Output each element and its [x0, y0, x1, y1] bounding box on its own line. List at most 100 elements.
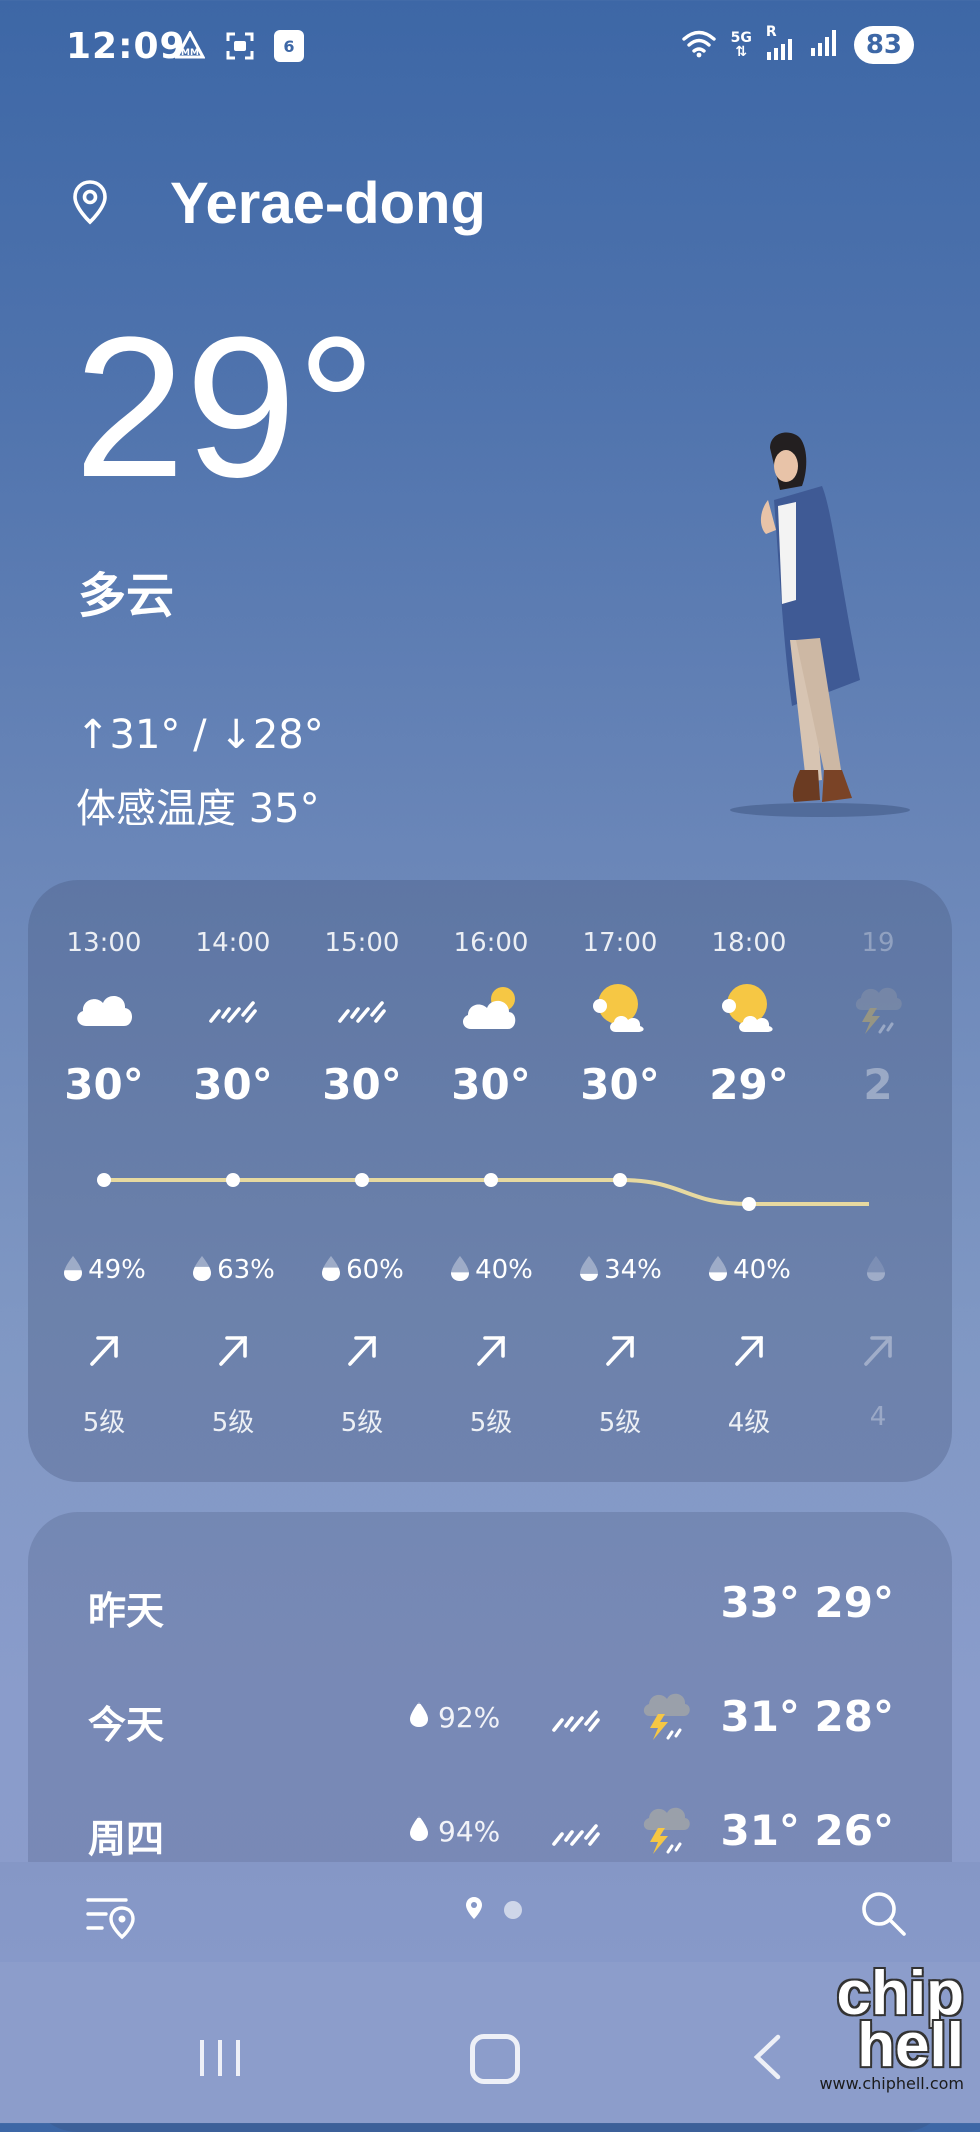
hourly-item: 17:00 30° [555, 928, 685, 1109]
day-temperature-range: 31° 26° [720, 1806, 894, 1855]
temperature-point [613, 1173, 627, 1187]
wind-direction-icon [684, 1330, 814, 1374]
wind-direction-icon [426, 1330, 556, 1374]
day-temperature-range: 33° 29° [720, 1578, 894, 1627]
hour-temperature: 30° [580, 1060, 660, 1109]
precip-value: 60% [346, 1255, 404, 1285]
temperature-point [97, 1173, 111, 1187]
day-name: 昨天 [88, 1589, 165, 1633]
rain-icon [297, 978, 427, 1038]
day-precipitation: 94% [408, 1814, 500, 1849]
wind-direction-icon [297, 1330, 427, 1374]
day-name: 周四 [88, 1817, 165, 1861]
hour-time: 19 [861, 928, 895, 958]
network-label: 5G [730, 30, 752, 46]
rain-icon [548, 1814, 604, 1852]
weather-illustration [710, 430, 910, 820]
thunderstorm-icon [640, 1798, 692, 1862]
location-header[interactable]: Yerae-dong [72, 170, 486, 237]
rain-drop-icon [449, 1256, 471, 1289]
high-low-temp: ↑31° / ↓28° [76, 712, 324, 758]
precip-value: 49% [88, 1255, 146, 1285]
cloudy-icon [39, 978, 169, 1038]
rain-icon [548, 1700, 604, 1738]
thunderstorm-icon [640, 1684, 692, 1748]
temperature-point [742, 1197, 756, 1211]
feels-like-temp: 体感温度 35° [76, 786, 320, 832]
page-dot[interactable] [504, 1901, 522, 1919]
sun-cloud-icon [684, 978, 814, 1038]
hourly-forecast-card[interactable]: 13:00 30° 49% 5级 14:00 30° 63% 5级 15:00 30° 60% 5级 1… [28, 880, 952, 1482]
home-button[interactable] [470, 2034, 520, 2084]
sun-cloud-icon [555, 978, 685, 1038]
status-icons-right: 5G ⇅ R 83 [681, 24, 914, 64]
rain-drop-icon [707, 1256, 729, 1289]
hourly-item: 18:00 29° [684, 928, 814, 1109]
signal-icon-2 [810, 28, 840, 62]
hourly-item: 19 2 [813, 928, 943, 1109]
hour-precipitation: 40% [684, 1254, 814, 1289]
hourly-item: 16:00 30° [426, 928, 556, 1109]
page-indicator[interactable] [464, 1896, 522, 1924]
alert-icon: MM [174, 30, 206, 62]
precip-value: 40% [475, 1255, 533, 1285]
hourly-item: 13:00 30° [39, 928, 169, 1109]
weather-condition: 多云 [78, 568, 175, 624]
rain-drop-icon [578, 1256, 600, 1289]
wifi-icon [681, 28, 717, 62]
hour-temperature: 30° [193, 1060, 273, 1109]
temperature-point [226, 1173, 240, 1187]
hour-precipitation: 63% [168, 1254, 298, 1289]
battery-indicator: 83 [853, 26, 914, 64]
status-time: 12:09 [66, 26, 186, 67]
precip-value: 63% [217, 1255, 275, 1285]
status-icons-left: MM 6 [174, 30, 304, 62]
daily-row[interactable]: 今天 92% 31° 28° [28, 1676, 952, 1756]
hour-time: 13:00 [66, 928, 142, 958]
daily-row[interactable]: 昨天 33° 29° [28, 1562, 952, 1642]
rain-icon [168, 978, 298, 1038]
search-button[interactable] [858, 1888, 908, 1942]
city-list-button[interactable] [86, 1892, 138, 1944]
rain-drop-icon [191, 1256, 213, 1289]
hour-precipitation: 49% [39, 1254, 169, 1289]
wind-direction-icon [813, 1330, 943, 1374]
wind-level: 4级 [727, 1408, 771, 1438]
calendar-icon: 6 [274, 30, 304, 62]
wind-level: 5级 [598, 1408, 642, 1438]
day-name: 今天 [88, 1703, 165, 1747]
wind-level: 5级 [340, 1408, 384, 1438]
precip-value: 34% [604, 1255, 662, 1285]
partly-cloudy-icon [426, 978, 556, 1038]
hour-time: 16:00 [453, 928, 529, 958]
watermark: chip hell www.chiphell.com [819, 1963, 964, 2094]
temperature-point [355, 1173, 369, 1187]
recent-apps-button[interactable] [198, 2038, 242, 2082]
roaming-label: R [765, 24, 777, 40]
location-pin-icon [72, 179, 108, 229]
hour-precipitation: 40% [426, 1254, 556, 1289]
rain-drop-icon [320, 1256, 342, 1289]
temperature-trend-line [97, 1173, 869, 1211]
data-arrows-icon: ⇅ [735, 44, 748, 60]
precip-value: 94% [438, 1815, 501, 1848]
hour-temperature: 30° [322, 1060, 402, 1109]
temperature-point [484, 1173, 498, 1187]
signal-icon-1: R [765, 24, 796, 64]
daily-row[interactable]: 周四 94% 31° 26° [28, 1790, 952, 1870]
precip-value: 40% [733, 1255, 791, 1285]
hour-time: 18:00 [711, 928, 787, 958]
network-type: 5G ⇅ [731, 31, 752, 59]
svg-text:MM: MM [181, 48, 199, 58]
watermark-url: www.chiphell.com [819, 2074, 964, 2093]
back-button[interactable] [752, 2034, 782, 2084]
system-navigation-bar: chip hell www.chiphell.com [0, 1962, 980, 2123]
day-precipitation: 92% [408, 1700, 500, 1735]
hour-time: 15:00 [324, 928, 400, 958]
current-temperature: 29° [74, 296, 377, 519]
hour-precipitation: 60% [297, 1254, 427, 1289]
storm-icon [813, 978, 943, 1038]
hour-temperature: 30° [451, 1060, 531, 1109]
hour-time: 17:00 [582, 928, 658, 958]
wind-level: 5级 [211, 1408, 255, 1438]
